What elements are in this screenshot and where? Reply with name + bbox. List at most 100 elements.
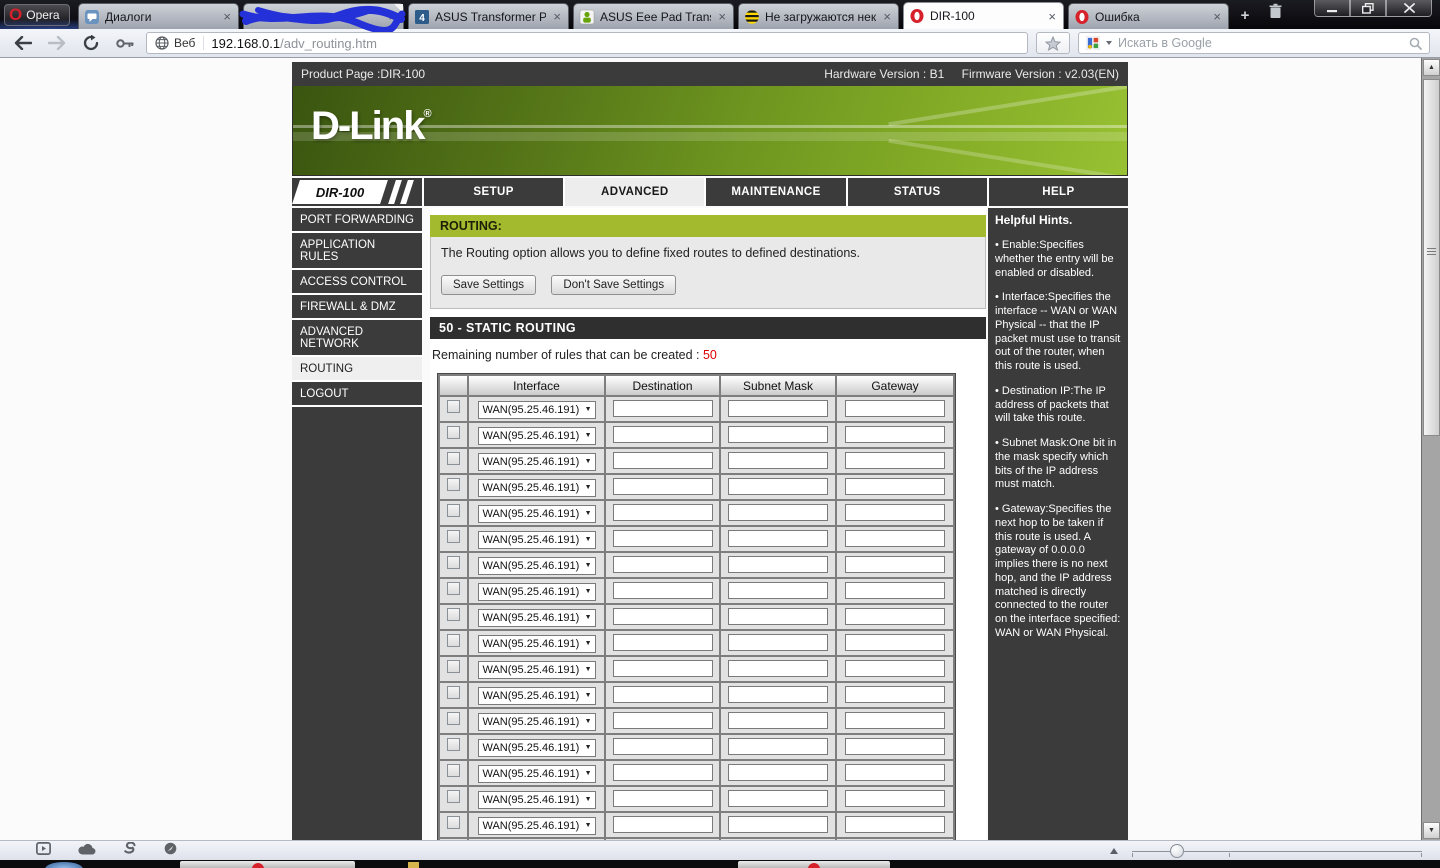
tab-help[interactable]: HELP (986, 178, 1128, 206)
scrollbar-thumb[interactable] (1423, 79, 1440, 436)
tab-close-icon[interactable]: × (1211, 10, 1223, 23)
interface-select[interactable]: WAN(95.25.46.191) ▼ (477, 426, 596, 445)
route-enable-checkbox[interactable] (447, 816, 460, 829)
subnet-mask-input[interactable] (728, 686, 828, 703)
gateway-input[interactable] (845, 790, 945, 807)
sidebar-item-routing[interactable]: ROUTING (292, 357, 422, 382)
zoom-popup-arrow-icon[interactable] (1110, 848, 1118, 854)
vertical-scrollbar[interactable]: ▲ ▼ (1421, 58, 1440, 840)
site-badge[interactable]: Веб (155, 36, 205, 50)
save-settings-button[interactable]: Save Settings (441, 275, 536, 295)
minimize-button[interactable] (1314, 0, 1350, 17)
interface-select[interactable]: WAN(95.25.46.191) ▼ (477, 764, 596, 783)
browser-tab-диалоги[interactable]: Диалоги × (78, 3, 239, 29)
url-text[interactable]: 192.168.0.1/adv_routing.htm (211, 36, 377, 51)
closed-tabs-trash-icon[interactable] (1263, 3, 1287, 24)
back-button[interactable] (10, 36, 36, 50)
gateway-input[interactable] (845, 738, 945, 755)
destination-input[interactable] (612, 504, 713, 521)
route-enable-checkbox[interactable] (447, 426, 460, 439)
subnet-mask-input[interactable] (728, 634, 828, 651)
windows-taskbar[interactable] (0, 860, 1440, 868)
interface-select[interactable]: WAN(95.25.46.191) ▼ (477, 712, 596, 731)
sidebar-item-firewall-dmz[interactable]: FIREWALL & DMZ (292, 295, 422, 320)
interface-select[interactable]: WAN(95.25.46.191) ▼ (477, 738, 596, 757)
subnet-mask-input[interactable] (728, 816, 828, 833)
gateway-input[interactable] (845, 764, 945, 781)
destination-input[interactable] (612, 686, 713, 703)
destination-input[interactable] (612, 608, 713, 625)
route-enable-checkbox[interactable] (447, 504, 460, 517)
zoom-slider[interactable] (1132, 843, 1422, 859)
subnet-mask-input[interactable] (728, 530, 828, 547)
route-enable-checkbox[interactable] (447, 712, 460, 725)
route-enable-checkbox[interactable] (447, 400, 460, 413)
sidebar-item-port-forwarding[interactable]: PORT FORWARDING (292, 208, 422, 233)
interface-select[interactable]: WAN(95.25.46.191) ▼ (477, 452, 596, 471)
gateway-input[interactable] (845, 478, 945, 495)
search-engine-caret-icon[interactable] (1106, 41, 1112, 45)
destination-input[interactable] (612, 712, 713, 729)
interface-select[interactable]: WAN(95.25.46.191) ▼ (477, 790, 596, 809)
destination-input[interactable] (612, 816, 713, 833)
interface-select[interactable]: WAN(95.25.46.191) ▼ (477, 634, 596, 653)
tab-advanced[interactable]: ADVANCED (563, 178, 705, 206)
search-bar[interactable] (1078, 32, 1430, 54)
browser-tab-не-загружаются-неко[interactable]: Не загружаются неко... × (738, 3, 899, 29)
address-bar[interactable]: Веб 192.168.0.1/adv_routing.htm (146, 32, 1028, 54)
subnet-mask-input[interactable] (728, 400, 828, 417)
taskbar-app-icon[interactable] (45, 862, 83, 868)
route-enable-checkbox[interactable] (447, 530, 460, 543)
interface-select[interactable]: WAN(95.25.46.191) ▼ (477, 582, 596, 601)
taskbar-window-button[interactable] (180, 861, 355, 868)
subnet-mask-input[interactable] (728, 660, 828, 677)
subnet-mask-input[interactable] (728, 608, 828, 625)
opera-link-cloud-icon[interactable] (78, 842, 96, 860)
route-enable-checkbox[interactable] (447, 660, 460, 673)
browser-tab-asus-transformer-pad[interactable]: 4 ASUS Transformer Pad... × (408, 3, 569, 29)
tab-close-icon[interactable]: × (551, 10, 563, 23)
opera-turbo-icon[interactable] (123, 841, 137, 860)
panels-toggle-icon[interactable] (36, 841, 51, 860)
gateway-input[interactable] (845, 530, 945, 547)
tab-maintenance[interactable]: MAINTENANCE (704, 178, 845, 206)
destination-input[interactable] (612, 400, 713, 417)
browser-tab-censored[interactable]: × (239, 3, 406, 32)
destination-input[interactable] (612, 738, 713, 755)
tab-close-icon[interactable]: × (881, 10, 893, 23)
subnet-mask-input[interactable] (728, 790, 828, 807)
reload-button[interactable] (78, 35, 104, 51)
destination-input[interactable] (612, 478, 713, 495)
gateway-input[interactable] (845, 556, 945, 573)
gateway-input[interactable] (845, 452, 945, 469)
destination-input[interactable] (612, 790, 713, 807)
interface-select[interactable]: WAN(95.25.46.191) ▼ (477, 400, 596, 419)
forward-button[interactable] (44, 36, 70, 50)
route-enable-checkbox[interactable] (447, 582, 460, 595)
destination-input[interactable] (612, 660, 713, 677)
subnet-mask-input[interactable] (728, 504, 828, 521)
magnifier-icon[interactable] (1409, 37, 1422, 50)
route-enable-checkbox[interactable] (447, 790, 460, 803)
sidebar-item-advanced-network[interactable]: ADVANCED NETWORK (292, 320, 422, 357)
tab-status[interactable]: STATUS (845, 178, 987, 206)
interface-select[interactable]: WAN(95.25.46.191) ▼ (477, 556, 596, 575)
browser-tab-ошибка[interactable]: Ошибка × (1068, 3, 1229, 29)
gateway-input[interactable] (845, 400, 945, 417)
new-tab-button[interactable]: + (1235, 7, 1255, 24)
subnet-mask-input[interactable] (728, 582, 828, 599)
speed-dial-icon[interactable] (164, 842, 177, 860)
tab-setup[interactable]: SETUP (422, 178, 563, 206)
subnet-mask-input[interactable] (728, 426, 828, 443)
interface-select[interactable]: WAN(95.25.46.191) ▼ (477, 608, 596, 627)
zoom-slider-handle[interactable] (1170, 844, 1184, 858)
route-enable-checkbox[interactable] (447, 686, 460, 699)
gateway-input[interactable] (845, 712, 945, 729)
gateway-input[interactable] (845, 686, 945, 703)
subnet-mask-input[interactable] (728, 738, 828, 755)
destination-input[interactable] (612, 764, 713, 781)
interface-select[interactable]: WAN(95.25.46.191) ▼ (477, 686, 596, 705)
interface-select[interactable]: WAN(95.25.46.191) ▼ (477, 504, 596, 523)
interface-select[interactable]: WAN(95.25.46.191) ▼ (477, 816, 596, 835)
interface-select[interactable]: WAN(95.25.46.191) ▼ (477, 478, 596, 497)
